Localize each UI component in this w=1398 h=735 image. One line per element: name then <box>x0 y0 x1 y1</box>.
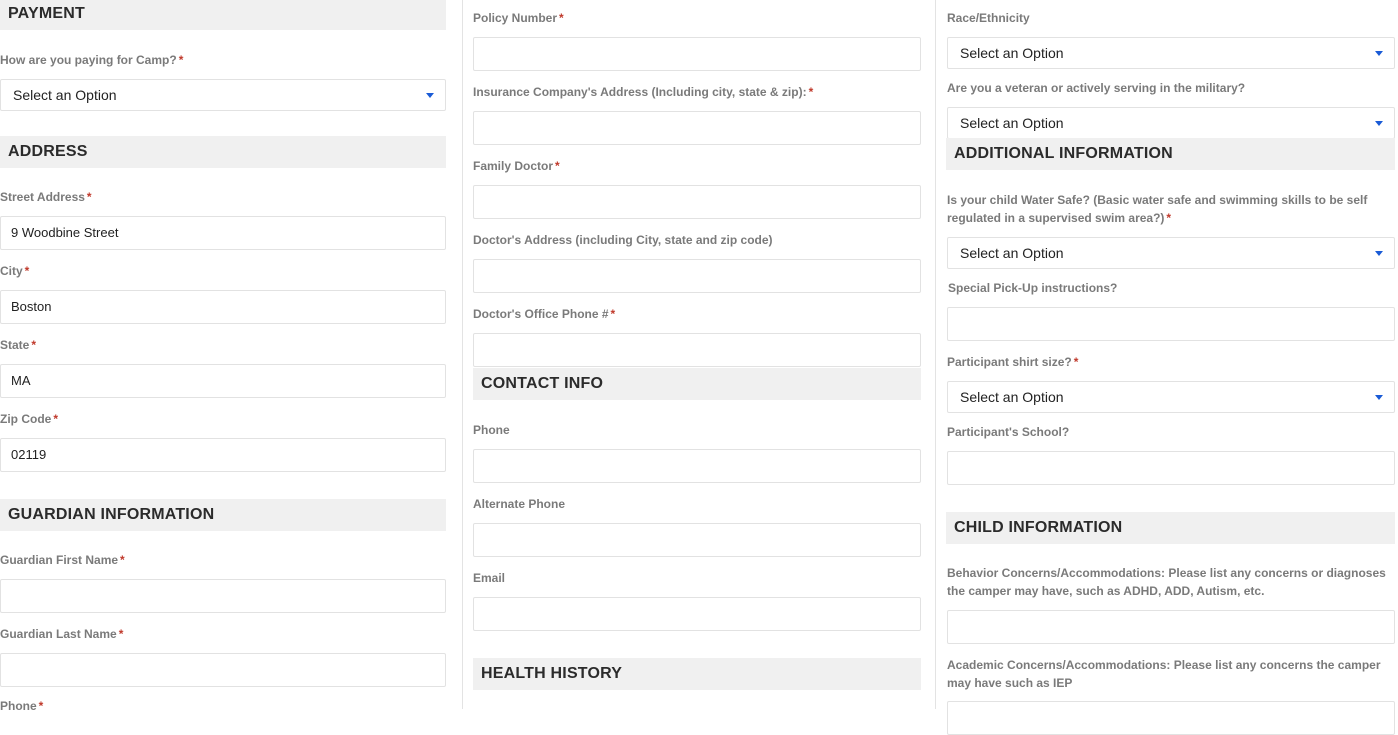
pickup-instructions-input[interactable] <box>947 307 1395 341</box>
doctor-address-label: Doctor's Address (including City, state … <box>473 233 773 247</box>
state-label: State * <box>0 338 37 352</box>
family-doctor-input[interactable] <box>473 185 921 219</box>
shirt-size-select[interactable]: Select an Option <box>947 381 1395 413</box>
email-label: Email <box>473 571 506 585</box>
veteran-value: Select an Option <box>960 115 1064 131</box>
required-asterisk: * <box>1073 355 1079 369</box>
zip-label: Zip Code * <box>0 412 58 426</box>
section-heading-address: ADDRESS <box>0 136 446 168</box>
contact-phone-label: Phone <box>473 423 510 437</box>
email-input[interactable] <box>473 597 921 631</box>
doctor-address-input[interactable] <box>473 259 921 293</box>
city-input[interactable]: Boston <box>0 290 446 324</box>
required-asterisk: * <box>120 553 125 567</box>
required-asterisk: * <box>1166 211 1172 225</box>
doctor-phone-input[interactable] <box>473 333 921 367</box>
chevron-down-icon <box>1375 395 1383 400</box>
shirt-size-value: Select an Option <box>960 389 1064 405</box>
required-asterisk: * <box>86 190 92 204</box>
guardian-last-label: Guardian Last Name * <box>0 627 124 641</box>
doctor-phone-label: Doctor's Office Phone # * <box>473 307 616 321</box>
race-ethnicity-value: Select an Option <box>960 45 1064 61</box>
behavior-concerns-label: Behavior Concerns/Accommodations: Please… <box>947 566 1386 598</box>
insurance-address-input[interactable] <box>473 111 921 145</box>
form-column-right: Race/Ethnicity Select an Option Are you … <box>935 0 1398 735</box>
state-input[interactable]: MA <box>0 364 446 398</box>
required-asterisk: * <box>31 338 37 352</box>
veteran-label: Are you a veteran or actively serving in… <box>947 81 1246 95</box>
school-input[interactable] <box>947 451 1395 485</box>
section-heading-child: CHILD INFORMATION <box>946 512 1395 544</box>
behavior-concerns-input[interactable] <box>947 610 1395 644</box>
required-asterisk: * <box>53 412 58 426</box>
alternate-phone-input[interactable] <box>473 523 921 557</box>
chevron-down-icon <box>1375 51 1383 56</box>
payment-method-select[interactable]: Select an Option <box>0 79 446 111</box>
guardian-first-label: Guardian First Name * <box>0 553 125 567</box>
required-asterisk: * <box>610 307 616 321</box>
race-label: Race/Ethnicity <box>947 11 1030 25</box>
chevron-down-icon <box>1375 251 1383 256</box>
city-label: City * <box>0 264 30 278</box>
race-ethnicity-select[interactable]: Select an Option <box>947 37 1395 69</box>
water-safe-select[interactable]: Select an Option <box>947 237 1395 269</box>
form-column-left: PAYMENT How are you paying for Camp? * Se… <box>0 0 446 713</box>
insurance-address-label: Insurance Company's Address (Including c… <box>473 85 814 99</box>
required-asterisk: * <box>38 699 44 713</box>
form-column-middle: Policy Number * Insurance Company's Addre… <box>462 0 922 709</box>
pickup-instructions-label: Special Pick-Up instructions? <box>948 281 1118 295</box>
required-asterisk: * <box>178 53 184 67</box>
required-asterisk: * <box>808 85 814 99</box>
water-safe-value: Select an Option <box>960 245 1064 261</box>
guardian-first-name-input[interactable] <box>0 579 446 613</box>
required-asterisk: * <box>118 627 124 641</box>
shirt-size-label: Participant shirt size? * <box>947 355 1079 369</box>
academic-concerns-input[interactable] <box>947 701 1395 735</box>
street-address-input[interactable]: 9 Woodbine Street <box>0 216 446 250</box>
contact-phone-input[interactable] <box>473 449 921 483</box>
payment-method-value: Select an Option <box>13 87 117 103</box>
paying-label: How are you paying for Camp? * <box>0 53 184 67</box>
policy-number-label: Policy Number * <box>473 11 564 25</box>
alternate-phone-label: Alternate Phone <box>473 497 566 511</box>
guardian-phone-label: Phone * <box>0 699 44 713</box>
veteran-select[interactable]: Select an Option <box>947 107 1395 139</box>
chevron-down-icon <box>426 93 434 98</box>
required-asterisk: * <box>555 159 560 173</box>
zip-code-input[interactable]: 02119 <box>0 438 446 472</box>
section-heading-health: HEALTH HISTORY <box>473 658 921 690</box>
section-heading-contact: CONTACT INFO <box>473 368 921 400</box>
academic-concerns-label: Academic Concerns/Accommodations: Please… <box>947 658 1381 690</box>
section-heading-additional: ADDITIONAL INFORMATION <box>946 138 1395 170</box>
required-asterisk: * <box>24 264 30 278</box>
chevron-down-icon <box>1375 121 1383 126</box>
section-heading-payment: PAYMENT <box>0 0 446 30</box>
required-asterisk: * <box>559 11 564 25</box>
school-label: Participant's School? <box>947 425 1070 439</box>
water-safe-label: Is your child Water Safe? (Basic water s… <box>947 193 1368 225</box>
section-heading-guardian: GUARDIAN INFORMATION <box>0 499 446 531</box>
family-doctor-label: Family Doctor * <box>473 159 560 173</box>
policy-number-input[interactable] <box>473 37 921 71</box>
street-label: Street Address * <box>0 190 92 204</box>
guardian-last-name-input[interactable] <box>0 653 446 687</box>
